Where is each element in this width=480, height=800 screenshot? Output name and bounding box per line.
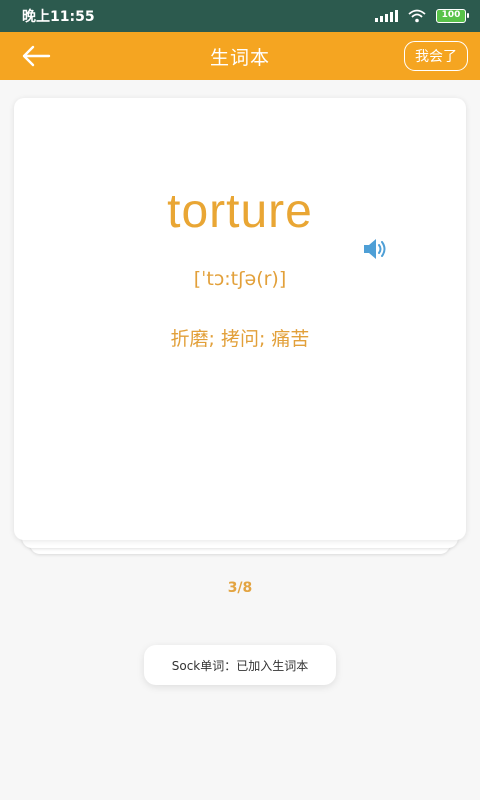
phonetic-text: [ˈtɔ:tʃə(r)] xyxy=(193,268,287,290)
app-bar: 生词本 我会了 xyxy=(0,32,480,80)
arrow-left-icon xyxy=(22,45,51,67)
wifi-icon xyxy=(408,9,426,23)
signal-icon xyxy=(375,10,398,22)
toast-text: Sock单词：已加入生词本 xyxy=(171,658,309,673)
toast-message: Sock单词：已加入生词本 xyxy=(144,645,336,685)
status-bar: 晚上11:55 100 xyxy=(0,0,480,32)
back-button[interactable] xyxy=(14,40,58,72)
meaning-text: 折磨; 拷问; 痛苦 xyxy=(170,328,310,350)
status-time: 晚上11:55 xyxy=(22,9,95,25)
page-counter: 3/8 xyxy=(227,580,253,596)
known-button[interactable]: 我会了 xyxy=(404,41,468,71)
word-card[interactable] xyxy=(14,98,466,540)
word-text: torture xyxy=(167,185,313,238)
battery-level: 100 xyxy=(441,10,461,20)
battery-icon: 100 xyxy=(436,9,469,23)
page-title: 生词本 xyxy=(209,46,270,69)
speaker-icon[interactable] xyxy=(362,236,390,262)
status-icons: 100 xyxy=(375,9,469,23)
